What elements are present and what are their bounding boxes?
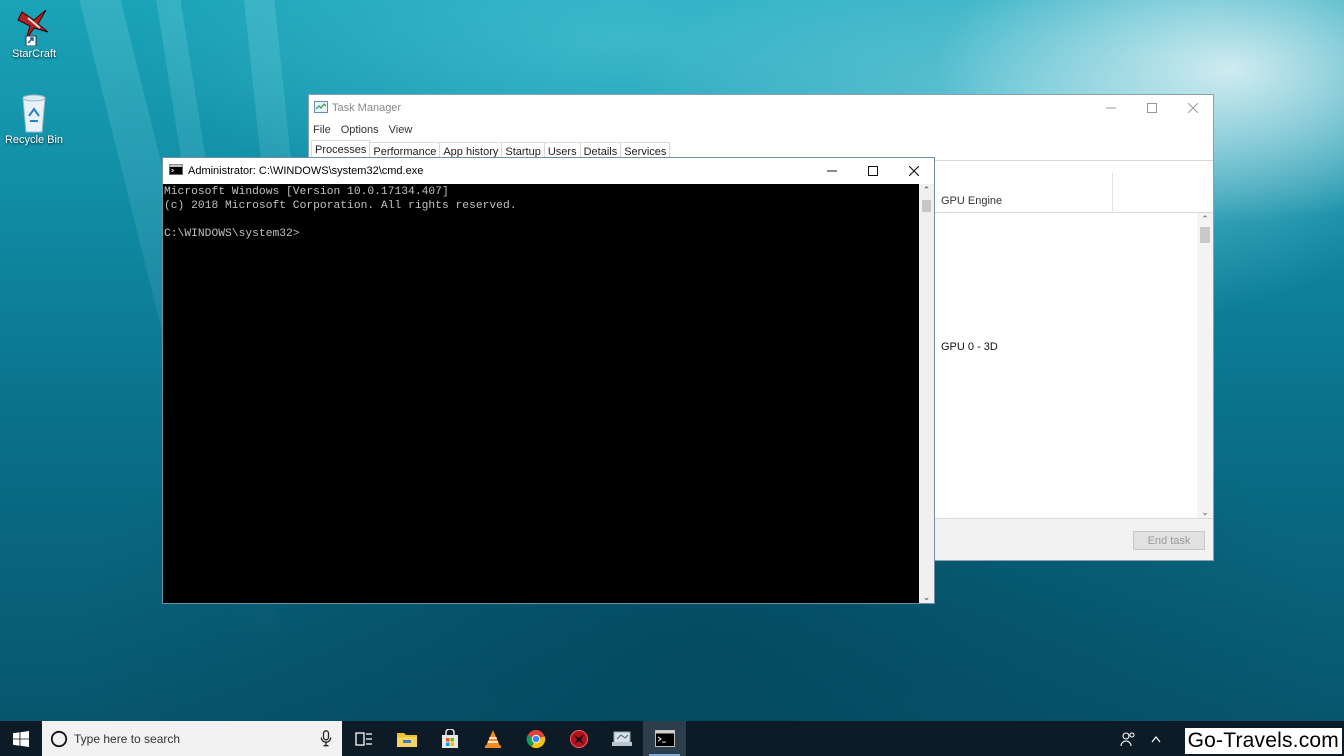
desktop-icon-label: Recycle Bin — [4, 134, 64, 146]
desktop-icon-label: StarCraft — [11, 48, 56, 60]
task-view-button[interactable] — [342, 721, 385, 756]
scroll-down-icon[interactable]: ⌄ — [1197, 506, 1213, 518]
task-manager-titlebar[interactable]: Task Manager — [309, 95, 1213, 121]
task-view-icon — [354, 731, 372, 746]
console-line: Microsoft Windows [Version 10.0.17134.40… — [164, 186, 449, 198]
app-icon — [611, 731, 632, 746]
scrollbar-thumb[interactable] — [1200, 227, 1210, 243]
vlc-icon — [484, 729, 501, 748]
command-prompt-titlebar[interactable]: Administrator: C:\WINDOWS\system32\cmd.e… — [163, 158, 934, 184]
end-task-button[interactable]: End task — [1133, 531, 1205, 550]
scroll-up-icon[interactable]: ⌃ — [919, 184, 934, 196]
people-icon — [1120, 731, 1135, 746]
chrome-button[interactable] — [514, 721, 557, 756]
pinned-app-button[interactable] — [600, 721, 643, 756]
scroll-down-icon[interactable]: ⌄ — [919, 591, 934, 603]
pinned-app-button[interactable] — [557, 721, 600, 756]
menu-bar: File Options View — [309, 121, 1213, 139]
close-icon — [908, 166, 919, 176]
console-output[interactable]: Microsoft Windows [Version 10.0.17134.40… — [163, 184, 919, 603]
gpu-engine-cell: GPU 0 - 3D — [941, 341, 998, 353]
minimize-button[interactable] — [811, 158, 852, 184]
minimize-icon — [826, 170, 837, 172]
scrollbar-thumb[interactable] — [922, 200, 931, 212]
window-title: Administrator: C:\WINDOWS\system32\cmd.e… — [188, 165, 424, 177]
store-button[interactable] — [428, 721, 471, 756]
close-button[interactable] — [893, 158, 934, 184]
show-hidden-icons-button[interactable] — [1144, 721, 1168, 756]
taskbar: Go-Travels.com — [0, 721, 1344, 756]
scroll-up-icon[interactable]: ⌃ — [1197, 213, 1213, 225]
console-line: ​ — [164, 213, 918, 227]
start-button[interactable] — [0, 721, 42, 756]
command-prompt-icon — [654, 730, 675, 747]
command-prompt-taskbar-button[interactable] — [643, 721, 686, 756]
menu-view[interactable]: View — [389, 124, 413, 136]
console-prompt-line[interactable]: C:\WINDOWS\system32> — [164, 227, 918, 241]
taskbar-search[interactable] — [42, 721, 342, 756]
close-button[interactable] — [1172, 95, 1213, 121]
chrome-icon — [526, 729, 545, 748]
task-manager-icon — [314, 100, 328, 116]
maximize-button[interactable] — [1131, 95, 1172, 121]
recycle-bin-icon — [16, 92, 52, 133]
close-icon — [1187, 103, 1198, 113]
command-prompt-icon — [169, 164, 183, 178]
minimize-button[interactable] — [1090, 95, 1131, 121]
starcraft-shortcut-icon — [16, 6, 52, 47]
watermark: Go-Travels.com — [1184, 728, 1342, 754]
search-input[interactable] — [74, 731, 304, 746]
chevron-up-icon — [1151, 735, 1161, 742]
console-line: (c) 2018 Microsoft Corporation. All righ… — [164, 200, 517, 212]
file-explorer-icon — [396, 732, 417, 747]
desktop-icon-recycle-bin[interactable]: Recycle Bin — [0, 92, 68, 146]
window-title: Task Manager — [332, 102, 402, 114]
menu-options[interactable]: Options — [341, 124, 379, 136]
people-button[interactable] — [1112, 721, 1144, 756]
minimize-icon — [1105, 107, 1116, 109]
command-prompt-window[interactable]: Administrator: C:\WINDOWS\system32\cmd.e… — [162, 157, 935, 604]
column-header-gpu-engine[interactable]: GPU Engine — [941, 195, 1002, 207]
process-list-scrollbar[interactable]: ⌃ ⌄ — [1197, 213, 1213, 518]
microphone-icon[interactable] — [320, 730, 332, 747]
console-scrollbar[interactable]: ⌃ ⌄ — [919, 184, 934, 603]
file-explorer-button[interactable] — [385, 721, 428, 756]
app-icon — [569, 729, 588, 748]
maximize-icon — [867, 166, 878, 176]
cortana-icon — [50, 730, 68, 747]
maximize-icon — [1146, 103, 1157, 113]
maximize-button[interactable] — [852, 158, 893, 184]
menu-file[interactable]: File — [313, 124, 331, 136]
desktop-icon-starcraft[interactable]: StarCraft — [0, 6, 68, 60]
windows-logo-icon — [13, 730, 29, 747]
store-icon — [441, 728, 458, 748]
vlc-button[interactable] — [471, 721, 514, 756]
